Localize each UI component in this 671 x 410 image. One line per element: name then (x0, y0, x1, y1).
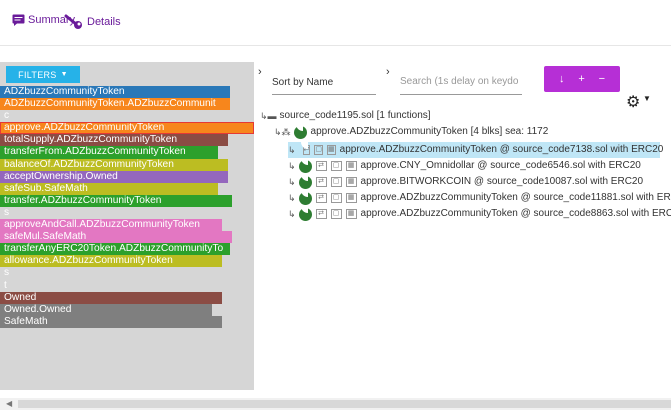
collapse-button[interactable]: − (599, 73, 605, 85)
filter-item[interactable]: transferFrom.ADZbuzzCommunityToken (0, 146, 218, 159)
leaf-icon (298, 189, 312, 205)
sort-underline (272, 94, 376, 95)
main-panel: › Sort by Name › Search (1s delay on key… (254, 62, 671, 390)
filters-button[interactable]: FILTERS ▼ (6, 66, 80, 83)
tab-details[interactable]: Details (64, 14, 121, 29)
chevron-right-icon: › (386, 66, 390, 78)
image-icon[interactable]: ▦ (345, 161, 357, 171)
tree-child-row[interactable]: ↳ ⇄ ▢ ▦ approve.ADZbuzzCommunityToken @ sour… (288, 141, 663, 158)
tab-details-label: Details (87, 15, 121, 28)
image-icon[interactable]: ▦ (345, 209, 357, 219)
copy-icon[interactable]: ▢ (330, 161, 342, 171)
chevron-right-icon: › (258, 66, 262, 78)
filter-item[interactable]: Owned.Owned (0, 303, 212, 316)
filter-item[interactable]: transfer.ADZbuzzCommunityToken (0, 194, 232, 207)
tree-child-label: approve.ADZbuzzCommunityToken @ source_c… (360, 192, 671, 203)
branch-icon: ↳ (288, 193, 296, 203)
tree-root[interactable]: ↳▬ source_code1195.sol [1 functions] (260, 108, 431, 124)
image-icon[interactable]: ▦ (345, 193, 357, 203)
filter-item[interactable]: safeMul.SafeMath (0, 231, 232, 244)
scroll-left-icon[interactable]: ◀ (6, 399, 12, 408)
tree-root-label: source_code1195.sol [1 functions] (279, 110, 431, 121)
filter-item[interactable]: ADZbuzzCommunityToken (0, 86, 230, 99)
leaf-icon (298, 205, 312, 221)
tree-child-label: approve.ADZbuzzCommunityToken @ source_c… (360, 208, 671, 219)
copy-icon[interactable]: ▢ (314, 145, 324, 155)
filter-item[interactable]: SafeMath (0, 315, 222, 328)
action-buttons: ↓ + − (544, 66, 620, 92)
tree-child-label: approve.ADZbuzzCommunityToken @ source_c… (339, 144, 664, 155)
image-icon[interactable]: ▦ (327, 145, 336, 155)
filter-item[interactable]: balanceOf.ADZbuzzCommunityToken (0, 158, 228, 171)
tree-child-row[interactable]: ↳ ⇄ ▢ ▦ approve.BITWORKCOIN @ source_code100… (288, 173, 644, 190)
compare-icon[interactable]: ⇄ (315, 161, 327, 171)
filter-item[interactable]: allowance.ADZbuzzCommunityToken (0, 255, 222, 268)
compare-icon[interactable]: ⇄ (315, 193, 327, 203)
filter-item[interactable]: s (0, 267, 254, 279)
branch-icon: ↳ (288, 161, 296, 171)
image-icon[interactable]: ▦ (345, 177, 357, 187)
tree-function[interactable]: ↳⁂ approve.ADZbuzzCommunityToken [4 blks… (274, 123, 549, 140)
compare-icon[interactable]: ⇄ (315, 177, 327, 187)
search-input[interactable]: Search (1s delay on keydo (400, 76, 520, 87)
filter-item[interactable]: acceptOwnership.Owned (0, 170, 228, 183)
compare-icon[interactable]: ⇄ (315, 209, 327, 219)
filter-item[interactable]: approve.ADZbuzzCommunityToken (0, 122, 254, 135)
filter-item[interactable]: approveAndCall.ADZbuzzCommunityToken (0, 219, 222, 232)
tree-child-label: approve.BITWORKCOIN @ source_code10087.s… (360, 176, 644, 187)
summary-icon (12, 14, 25, 26)
filter-item[interactable]: totalSupply.ADZbuzzCommunityToken (0, 134, 228, 147)
expand-button[interactable]: + (578, 73, 584, 85)
sort-label: Sort by Name (272, 77, 334, 88)
filter-item[interactable]: t (0, 280, 254, 292)
download-button[interactable]: ↓ (559, 73, 565, 85)
branch-icon: ↳ (288, 177, 296, 187)
filter-item[interactable]: safeSub.SafeMath (0, 182, 218, 195)
filter-item[interactable]: ADZbuzzCommunityToken.ADZbuzzCommunit (0, 98, 230, 111)
tree-function-label: approve.ADZbuzzCommunityToken [4 blks] s… (310, 126, 549, 137)
tree-child-label: approve.CNY_Omnidollar @ source_code6546… (360, 160, 641, 171)
scrollbar-thumb[interactable] (18, 400, 671, 408)
branch-icon: ↳ (288, 209, 296, 219)
caret-down-icon: ▼ (60, 71, 68, 78)
nav-divider (0, 45, 671, 46)
caret-down-icon[interactable]: ▼ (643, 94, 651, 103)
copy-icon[interactable]: ▢ (330, 209, 342, 219)
horizontal-scrollbar[interactable]: ◀ (0, 398, 671, 410)
filter-item[interactable]: transferAnyERC20Token.ADZbuzzCommunityTo (0, 243, 230, 256)
leaf-icon (293, 123, 307, 139)
hierarchy-icon: ↳⁂ (274, 127, 291, 137)
search-underline (400, 94, 522, 95)
leaf-icon (298, 173, 312, 189)
copy-icon[interactable]: ▢ (330, 177, 342, 187)
top-nav: Summary Details (0, 0, 671, 60)
filter-item[interactable]: s (0, 207, 254, 219)
sidebar: FILTERS ▼ ADZbuzzCommunityToken ADZbuzzCo… (0, 62, 254, 390)
copy-icon[interactable]: ▢ (330, 193, 342, 203)
tree-child-row[interactable]: ↳ ⇄ ▢ ▦ approve.CNY_Omnidollar @ source_code… (288, 157, 641, 174)
tree-child-row[interactable]: ↳ ⇄ ▢ ▦ approve.ADZbuzzCommunityToken @ sour… (288, 205, 671, 222)
filter-item[interactable]: c (0, 110, 254, 122)
tree-child-row[interactable]: ↳ ⇄ ▢ ▦ approve.ADZbuzzCommunityToken @ sour… (288, 189, 671, 206)
leaf-icon (298, 157, 312, 173)
branch-icon: ↳ (288, 145, 296, 155)
wrench-icon (64, 14, 82, 29)
filter-item[interactable]: Owned (0, 291, 222, 304)
filter-list: ADZbuzzCommunityToken ADZbuzzCommunityTok… (0, 86, 254, 328)
folder-icon: ↳▬ (260, 111, 277, 121)
gear-icon[interactable]: ⚙ (626, 92, 640, 112)
